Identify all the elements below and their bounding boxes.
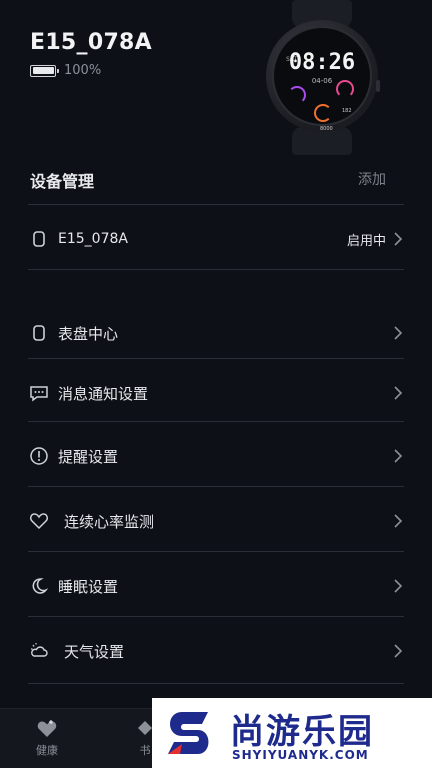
watch-icon (28, 228, 50, 250)
divider (28, 358, 404, 359)
divider (28, 269, 404, 270)
device-row-status: 启用中 (346, 233, 386, 249)
menu-item-label: 睡眠设置 (58, 577, 119, 596)
alert-icon (28, 445, 50, 467)
nav-label-health: 健康 (36, 744, 58, 757)
watch-image: SAT 08:26 04-06 182 8000 (266, 0, 380, 155)
battery-percent: 100% (64, 63, 102, 78)
battery-icon (30, 64, 59, 77)
menu-item-label: 提醒设置 (58, 447, 119, 466)
divider (28, 683, 404, 684)
weather-icon (28, 640, 50, 662)
menu-item-notifications[interactable]: 消息通知设置 (28, 368, 404, 418)
divider (28, 551, 404, 552)
battery-status: 100% (30, 63, 101, 78)
chevron-right-icon (392, 325, 404, 341)
menu-item-reminders[interactable]: 提醒设置 (28, 431, 404, 481)
watermark-url: SHYIYUANYK.COM (232, 748, 369, 762)
watermark-title: 尚游乐园 (230, 712, 374, 752)
chevron-right-icon (392, 578, 404, 594)
menu-item-label: 表盘中心 (58, 324, 119, 343)
menu-item-heart-rate[interactable]: 连续心率监测 (28, 496, 404, 546)
health-icon (37, 720, 57, 737)
watch-face-icon (28, 322, 50, 344)
add-device-button[interactable]: 添加 (358, 169, 386, 189)
chevron-right-icon (392, 513, 404, 529)
chevron-right-icon (392, 643, 404, 659)
device-row-label: E15_078A (58, 231, 128, 247)
menu-item-label: 天气设置 (64, 642, 125, 661)
watch-time: 08:26 (288, 50, 356, 75)
divider (28, 616, 404, 617)
moon-icon (28, 575, 50, 597)
heart-icon (28, 510, 50, 532)
watch-stat-1: 182 (342, 108, 352, 114)
chevron-right-icon (392, 231, 404, 247)
divider (28, 486, 404, 487)
menu-item-watch-face[interactable]: 表盘中心 (28, 308, 404, 358)
menu-item-sleep[interactable]: 睡眠设置 (28, 561, 404, 611)
watch-stat-2: 8000 (320, 126, 333, 132)
watch-date: 04-06 (311, 77, 333, 85)
nav-label-second: 书 (139, 744, 151, 757)
nav-item-health[interactable]: 健康 (36, 719, 58, 758)
message-icon (28, 382, 50, 404)
section-title: 设备管理 (30, 172, 95, 191)
chevron-right-icon (392, 448, 404, 464)
menu-item-weather[interactable]: 天气设置 (28, 626, 404, 676)
menu-item-label: 连续心率监测 (64, 512, 155, 531)
chevron-right-icon (392, 385, 404, 401)
divider (28, 421, 404, 422)
menu-item-label: 消息通知设置 (58, 384, 149, 403)
device-name: E15_078A (30, 30, 152, 55)
watermark-banner: 尚游乐园 SHYIYUANYK.COM (152, 698, 432, 768)
device-row[interactable]: E15_078A 启用中 (28, 214, 404, 264)
divider (28, 204, 404, 205)
watermark-logo-icon (168, 712, 209, 754)
